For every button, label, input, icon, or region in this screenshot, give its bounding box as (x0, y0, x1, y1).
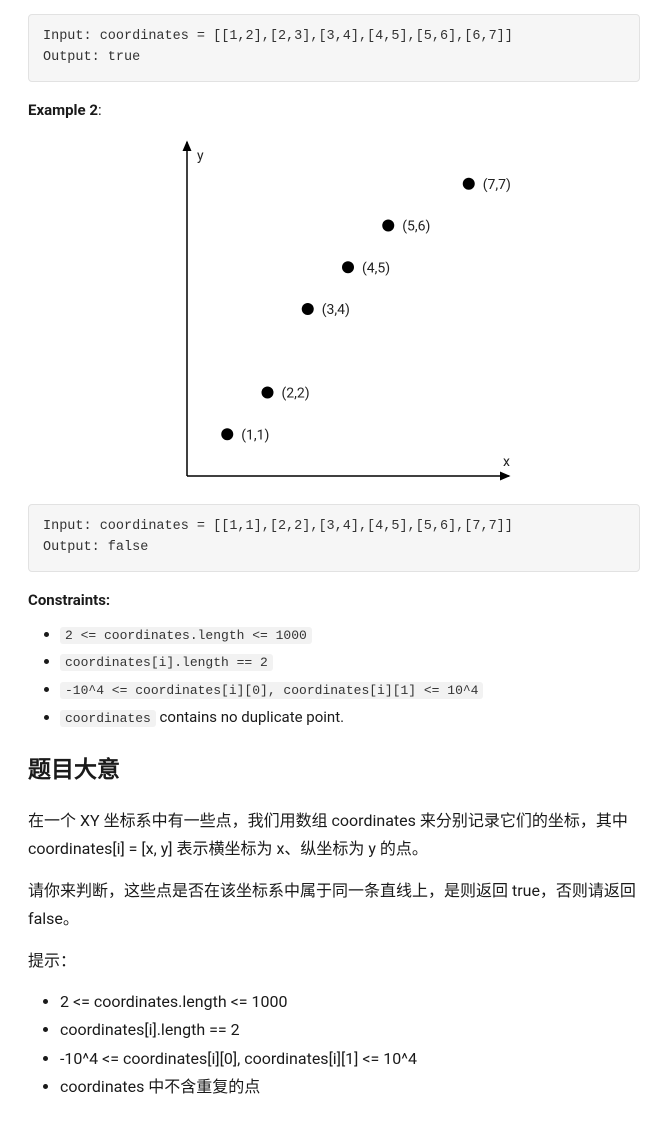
scatter-point (262, 386, 274, 398)
constraint-item: coordinates contains no duplicate point. (60, 705, 640, 730)
constraint-item: 2 <= coordinates.length <= 1000 (60, 622, 640, 647)
hint-item: coordinates 中不含重复的点 (60, 1074, 640, 1100)
problem-para-1: 在一个 XY 坐标系中有一些点，我们用数组 coordinates 来分别记录它… (28, 807, 640, 863)
scatter-point (382, 219, 394, 231)
x-axis-label: x (503, 454, 510, 470)
constraint-code: 2 <= coordinates.length <= 1000 (60, 627, 312, 644)
constraint-suffix: contains no duplicate point. (156, 708, 344, 726)
constraint-code: -10^4 <= coordinates[i][0], coordinates[… (60, 682, 483, 699)
scatter-svg: x y (1,1) (2,2) (3,4) (4,5) (5,6) (7,7) (149, 136, 519, 486)
hints-list: 2 <= coordinates.length <= 1000coordinat… (28, 989, 640, 1100)
hint-item: 2 <= coordinates.length <= 1000 (60, 989, 640, 1015)
scatter-point (463, 178, 475, 190)
scatter-point-label: (1,1) (241, 427, 269, 443)
constraint-item: coordinates[i].length == 2 (60, 649, 640, 674)
scatter-point-label: (4,5) (362, 260, 390, 276)
example1-input: Input: coordinates = [[1,2],[2,3],[3,4],… (43, 29, 513, 44)
hints-label: 提示： (28, 947, 640, 975)
hint-item: -10^4 <= coordinates[i][0], coordinates[… (60, 1046, 640, 1072)
example2-label: Example 2: (28, 98, 640, 122)
hint-item: coordinates[i].length == 2 (60, 1017, 640, 1043)
scatter-point (302, 303, 314, 315)
example1-output: Output: true (43, 50, 140, 65)
constraint-code: coordinates[i].length == 2 (60, 654, 273, 671)
example2-input: Input: coordinates = [[1,1],[2,2],[3,4],… (43, 519, 513, 534)
scatter-point-label: (3,4) (322, 302, 350, 318)
scatter-point-label: (7,7) (483, 177, 511, 193)
constraint-item: -10^4 <= coordinates[i][0], coordinates[… (60, 677, 640, 702)
constraints-list: 2 <= coordinates.length <= 1000 coordinat… (28, 622, 640, 730)
scatter-point (221, 428, 233, 440)
example1-code: Input: coordinates = [[1,2],[2,3],[3,4],… (28, 14, 640, 82)
scatter-point-label: (5,6) (402, 218, 430, 234)
scatter-plot: x y (1,1) (2,2) (3,4) (4,5) (5,6) (7,7) (28, 136, 640, 486)
scatter-point-label: (2,2) (282, 385, 310, 401)
constraints-heading: Constraints: (28, 588, 640, 612)
section-title: 题目大意 (28, 752, 640, 789)
constraint-code: coordinates (60, 710, 156, 727)
scatter-point (342, 261, 354, 273)
example2-output: Output: false (43, 540, 148, 555)
y-axis-label: y (197, 148, 204, 164)
example2-code: Input: coordinates = [[1,1],[2,2],[3,4],… (28, 504, 640, 572)
problem-para-2: 请你来判断，这些点是否在该坐标系中属于同一条直线上，是则返回 true，否则请返… (28, 877, 640, 933)
